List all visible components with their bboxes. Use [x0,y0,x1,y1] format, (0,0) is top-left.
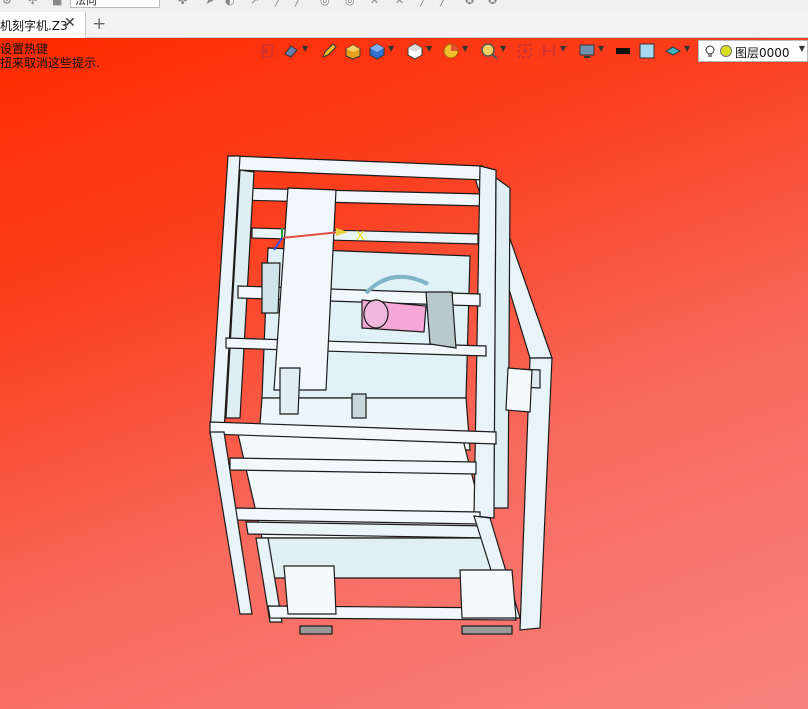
side-bracket [505,367,533,413]
tool-icon-10[interactable]: ✕ [395,0,407,7]
tool-icon-1[interactable]: ✤ [178,0,190,7]
left-wheel [299,625,333,635]
right-wheel [461,625,513,635]
tool-icon-5[interactable]: ╱ [275,0,287,7]
gantry-beam[interactable] [273,187,337,391]
y-carriage [261,262,281,314]
tab-document-label: 机刻字机.Z3 [0,19,68,33]
square-icon[interactable]: ■ [52,0,64,7]
tool-icon-6[interactable]: ╱ [295,0,307,7]
tool-icon-7[interactable]: ◎ [320,0,332,7]
z-probe [351,393,367,419]
document-tabbar: 机刻字机.Z3 ✕ + [0,12,808,38]
cnc-engraver-model[interactable]: X [0,38,808,709]
tool-icon-3[interactable]: ◐ [225,0,237,7]
top-rail-2 [235,187,485,207]
command-search-input[interactable]: 法向 [70,0,160,8]
tool-icon-12[interactable]: ╱ [440,0,452,7]
right-foot-plate [459,569,517,619]
tool-icon-11[interactable]: ╱ [420,0,432,7]
settings-icon[interactable]: ⚙ [2,0,14,7]
motor-end-cap [363,299,389,329]
close-icon[interactable]: ✕ [64,15,76,31]
motor-bracket [425,291,457,349]
add-tab-button[interactable]: + [92,14,106,34]
tool-icon-4[interactable]: ↗ [250,0,262,7]
tool-icon-9[interactable]: ✕ [370,0,382,7]
pin-icon[interactable]: ✣ [28,0,40,7]
right-back-post [493,176,511,509]
top-rail-back [231,155,487,181]
tool-icon-14[interactable]: ✪ [488,0,500,7]
tool-icon-2[interactable]: ➤ [205,0,217,7]
3d-viewport[interactable]: 设置热键 扭来取消这些提示. ▼ ▼ ▼ ▼ ▼ ▼ ▼ ▼ 图层0000 ▼ [0,38,808,709]
spindle-holder [279,367,301,415]
axis-x-label: X [356,228,365,243]
tool-icon-8[interactable]: ◎ [345,0,357,7]
top-toolbar: ⚙ ✣ ■ 法向 ✤ ➤ ◐ ↗ ╱ ╱ ◎ ◎ ✕ ✕ ╱ ╱ ✪ ✪ [0,0,808,12]
left-foot-plate [283,565,337,615]
tab-document[interactable]: 机刻字机.Z3 ✕ [0,12,86,38]
tool-icon-13[interactable]: ✪ [465,0,477,7]
right-front-post [473,165,497,519]
